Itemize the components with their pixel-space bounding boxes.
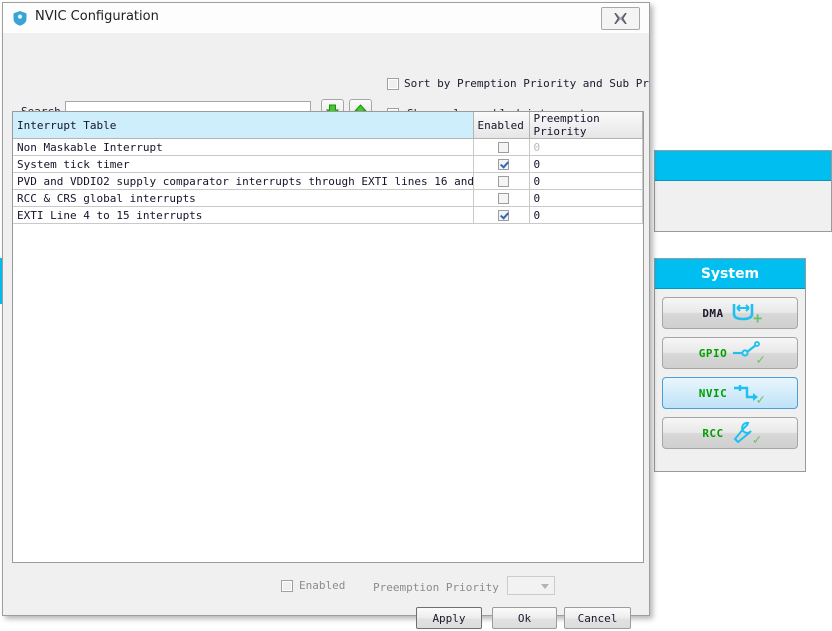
cell-enabled[interactable] (473, 172, 530, 190)
ip-button-gpio[interactable]: GPIO ✓ (662, 337, 798, 369)
interrupt-table-header-row: Interrupt Table Enabled Preemption Prior… (13, 112, 643, 139)
background-panel-untitled-header (655, 151, 831, 181)
column-header-enabled[interactable]: Enabled (473, 112, 530, 139)
system-panel: System DMA + GPIO ✓ NVIC ✓ RCC ✓ (654, 258, 806, 472)
close-glyph (614, 13, 627, 24)
dialog-action-buttons: Apply Ok Cancel (3, 607, 651, 631)
interrupt-table: Interrupt Table Enabled Preemption Prior… (13, 112, 643, 224)
column-header-interrupt-table[interactable]: Interrupt Table (13, 112, 474, 139)
cell-preemption-priority: 0 (529, 155, 643, 173)
dialog-top-controls: Sort by Premption Priority and Sub Prori… (3, 33, 651, 122)
check-badge-icon: ✓ (756, 392, 766, 408)
table-row[interactable]: PVD and VDDIO2 supply comparator interru… (13, 172, 643, 190)
table-row[interactable]: RCC & CRS global interrupts 0 (13, 189, 643, 207)
plus-badge-icon: + (753, 309, 763, 327)
chevron-down-icon (541, 584, 549, 589)
ip-button-rcc[interactable]: RCC ✓ (662, 417, 798, 449)
cell-preemption-priority: 0 (529, 189, 643, 207)
row-enabled-checkbox[interactable] (497, 176, 509, 187)
cell-enabled[interactable] (473, 189, 530, 207)
footer-enabled-checkbox-row[interactable]: Enabled (281, 579, 345, 592)
row-enabled-checkbox[interactable] (497, 142, 509, 153)
apply-button[interactable]: Apply (416, 607, 482, 629)
table-row[interactable]: EXTI Line 4 to 15 interrupts 0 (13, 206, 643, 224)
sort-by-preemption-checkbox[interactable] (387, 77, 399, 90)
system-panel-title: System (655, 259, 805, 289)
footer-preemption-priority-label: Preemption Priority (373, 581, 499, 594)
table-row[interactable]: System tick timer 0 (13, 155, 643, 173)
ip-button-rcc-label: RCC (702, 426, 724, 440)
dialog-titlebar: NVIC Configuration (3, 3, 649, 34)
check-badge-icon: ✓ (756, 352, 766, 368)
ip-button-gpio-label: GPIO (698, 346, 728, 360)
cell-interrupt-name: PVD and VDDIO2 supply comparator interru… (13, 172, 474, 190)
row-enabled-checkbox[interactable] (497, 210, 509, 221)
cell-interrupt-name: System tick timer (13, 155, 474, 173)
ok-button[interactable]: Ok (492, 607, 557, 629)
rcc-icon: ✓ (728, 421, 761, 447)
nvic-configuration-dialog: NVIC Configuration Sort by Premption Pri… (2, 2, 651, 629)
cell-interrupt-name: RCC & CRS global interrupts (13, 189, 474, 207)
background-panel-untitled (654, 150, 832, 232)
cell-preemption-priority: 0 (529, 172, 643, 190)
cell-preemption-priority: 0 (529, 206, 643, 224)
cell-preemption-priority: 0 (529, 138, 643, 156)
dialog-body: Sort by Premption Priority and Sub Prori… (3, 33, 651, 629)
interrupt-table-container: Interrupt Table Enabled Preemption Prior… (12, 111, 644, 563)
ip-button-nvic-label: NVIC (698, 386, 728, 400)
system-panel-body: DMA + GPIO ✓ NVIC ✓ RCC ✓ (655, 289, 805, 465)
footer-enabled-checkbox[interactable] (281, 579, 293, 592)
cell-interrupt-name: Non Maskable Interrupt (13, 138, 474, 156)
sort-by-preemption-checkbox-row[interactable]: Sort by Premption Priority and Sub Prori (387, 77, 649, 90)
cell-enabled[interactable] (473, 138, 530, 156)
dialog-footer-controls: Enabled Preemption Priority (3, 571, 651, 597)
row-enabled-checkbox[interactable] (497, 159, 509, 170)
cell-enabled[interactable] (473, 206, 530, 224)
sort-by-preemption-label: Sort by Premption Priority and Sub Prori (404, 77, 649, 90)
row-enabled-checkbox[interactable] (497, 193, 509, 204)
cell-enabled[interactable] (473, 155, 530, 173)
cell-interrupt-name: EXTI Line 4 to 15 interrupts (13, 206, 474, 224)
footer-enabled-label: Enabled (299, 579, 346, 592)
dialog-title: NVIC Configuration (35, 9, 159, 24)
check-badge-icon: ✓ (752, 432, 762, 448)
ip-button-dma-label: DMA (702, 306, 724, 320)
close-icon[interactable] (601, 7, 640, 30)
dma-icon: + (728, 301, 762, 326)
gpio-icon: ✓ (731, 341, 765, 367)
ip-button-nvic[interactable]: NVIC ✓ (662, 377, 798, 409)
shield-icon (13, 11, 27, 26)
cancel-button[interactable]: Cancel (564, 607, 631, 629)
table-row[interactable]: Non Maskable Interrupt 0 (13, 138, 643, 156)
interrupt-table-body: Non Maskable Interrupt 0 System tick tim… (13, 138, 643, 224)
preemption-priority-select[interactable] (507, 576, 555, 595)
column-header-preemption-priority[interactable]: Preemption Priority (529, 112, 643, 139)
ip-button-dma[interactable]: DMA + (662, 297, 798, 329)
nvic-icon: ✓ (731, 381, 765, 407)
